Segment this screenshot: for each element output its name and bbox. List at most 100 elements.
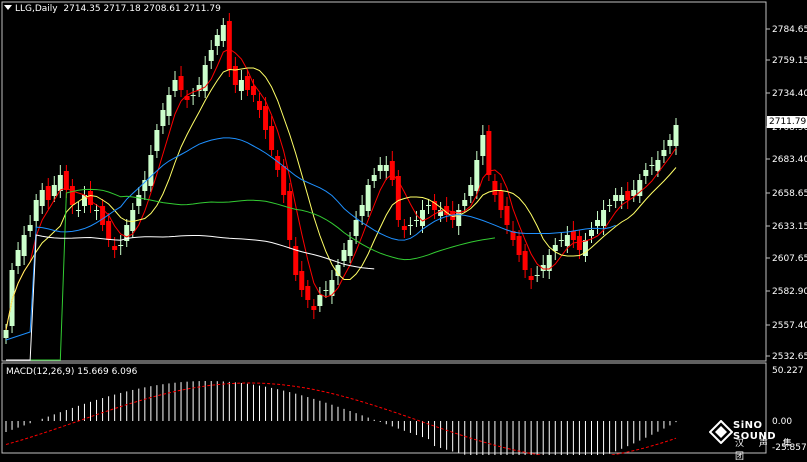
- candle-body: [395, 176, 401, 220]
- candle-body: [383, 165, 389, 171]
- candle-body: [667, 140, 673, 146]
- sino-sound-logo: SiNO SOUND 汉 声 集 团: [707, 414, 807, 462]
- macd-label: MACD(12,26,9) 15.669 6.096: [6, 367, 138, 377]
- candle-body: [486, 131, 492, 175]
- candle-body: [190, 95, 196, 96]
- candle-body: [287, 191, 293, 240]
- price-axis-label: 2734.40: [772, 89, 807, 99]
- candle-body: [214, 35, 220, 46]
- candle-body: [655, 160, 661, 171]
- candle-body: [130, 210, 136, 231]
- ohlc-readout: 2714.35 2717.18 2708.61 2711.79: [63, 4, 221, 14]
- candle-body: [311, 306, 317, 310]
- candle-body: [9, 270, 15, 326]
- candle-body: [419, 210, 425, 226]
- candle-body: [250, 86, 256, 95]
- candle-body: [377, 165, 383, 171]
- candle-body: [558, 240, 564, 241]
- candle-body: [413, 220, 419, 221]
- candle-body: [359, 205, 365, 216]
- candle-body: [492, 181, 498, 195]
- candle-body: [208, 50, 214, 61]
- candle-body: [178, 76, 184, 90]
- logo-icon: [709, 420, 733, 444]
- candle-body: [353, 220, 359, 236]
- candle-body: [238, 80, 244, 91]
- candle-body: [480, 135, 486, 156]
- price-axis-label: 2759.15: [772, 56, 807, 66]
- candle-body: [257, 101, 263, 110]
- macd-signal-line: [5, 382, 677, 455]
- candle-body: [172, 80, 178, 91]
- price-axis-label: 2607.65: [772, 254, 807, 264]
- price-axis-label: 2582.90: [772, 287, 807, 297]
- candle-body: [154, 130, 160, 151]
- price-axis-label: 2784.65: [772, 25, 807, 35]
- candle-body: [94, 210, 100, 211]
- candle-body: [3, 330, 9, 338]
- candle-body: [613, 195, 619, 201]
- candle-body: [643, 170, 649, 176]
- candle-body: [371, 175, 377, 181]
- candle-body: [365, 185, 371, 211]
- candle-body: [63, 171, 69, 190]
- candle-body: [673, 125, 679, 146]
- candle-body: [27, 225, 33, 231]
- candle-body: [263, 106, 269, 130]
- symbol-timeframe: LLG,Daily: [15, 4, 58, 14]
- candle-body: [45, 186, 51, 200]
- candle-body: [341, 250, 347, 261]
- candle-body: [570, 231, 576, 240]
- candle-body: [528, 276, 534, 280]
- candle-body: [317, 295, 323, 306]
- candle-body: [281, 166, 287, 195]
- macd-axis-label: 50.227: [772, 366, 804, 376]
- candle-body: [166, 95, 172, 116]
- candle-body: [118, 245, 124, 246]
- candle-body: [625, 191, 631, 200]
- candle-body: [269, 126, 275, 150]
- candle-body: [69, 186, 75, 205]
- logo-brand-cn: 汉 声 集 团: [735, 439, 798, 462]
- candle-body: [15, 250, 21, 266]
- candle-body: [462, 200, 468, 206]
- candle-body: [88, 191, 94, 205]
- candle-body: [112, 246, 118, 250]
- candle-body: [305, 286, 311, 300]
- chart-canvas[interactable]: 2784.652759.152734.402708.902683.402658.…: [0, 0, 807, 455]
- ma-yellow-line: [5, 67, 677, 331]
- candle-body: [51, 185, 57, 196]
- candle-body: [39, 190, 45, 206]
- candle-body: [426, 205, 432, 206]
- candle-body: [401, 226, 407, 230]
- candle-body: [474, 160, 480, 191]
- price-axis-label: 2683.40: [772, 155, 807, 165]
- dropdown-icon[interactable]: [4, 5, 12, 10]
- candle-body: [522, 251, 528, 270]
- candle-body: [407, 225, 413, 226]
- candle-body: [564, 235, 570, 246]
- candle-body: [347, 240, 353, 256]
- candle-body: [33, 200, 39, 221]
- candle-body: [534, 275, 540, 276]
- candle-body: [619, 195, 625, 201]
- price-axis-label: 2557.40: [772, 321, 807, 331]
- candle-body: [649, 165, 655, 166]
- candle-body: [244, 76, 250, 90]
- candle-body: [588, 230, 594, 236]
- candle-body: [21, 235, 27, 256]
- candle-body: [136, 195, 142, 206]
- candle-body: [595, 220, 601, 226]
- current-price-tag: 2711.79: [767, 116, 807, 128]
- candle-body: [607, 205, 613, 206]
- candle-body: [148, 155, 154, 186]
- candle-body: [75, 210, 81, 211]
- ma-red-line: [5, 48, 677, 331]
- candle-body: [226, 21, 232, 70]
- candle-body: [232, 66, 238, 85]
- candle-body: [57, 175, 63, 191]
- candle-body: [601, 210, 607, 226]
- candle-body: [498, 191, 504, 210]
- candle-body: [576, 236, 582, 250]
- candle-body: [106, 221, 112, 240]
